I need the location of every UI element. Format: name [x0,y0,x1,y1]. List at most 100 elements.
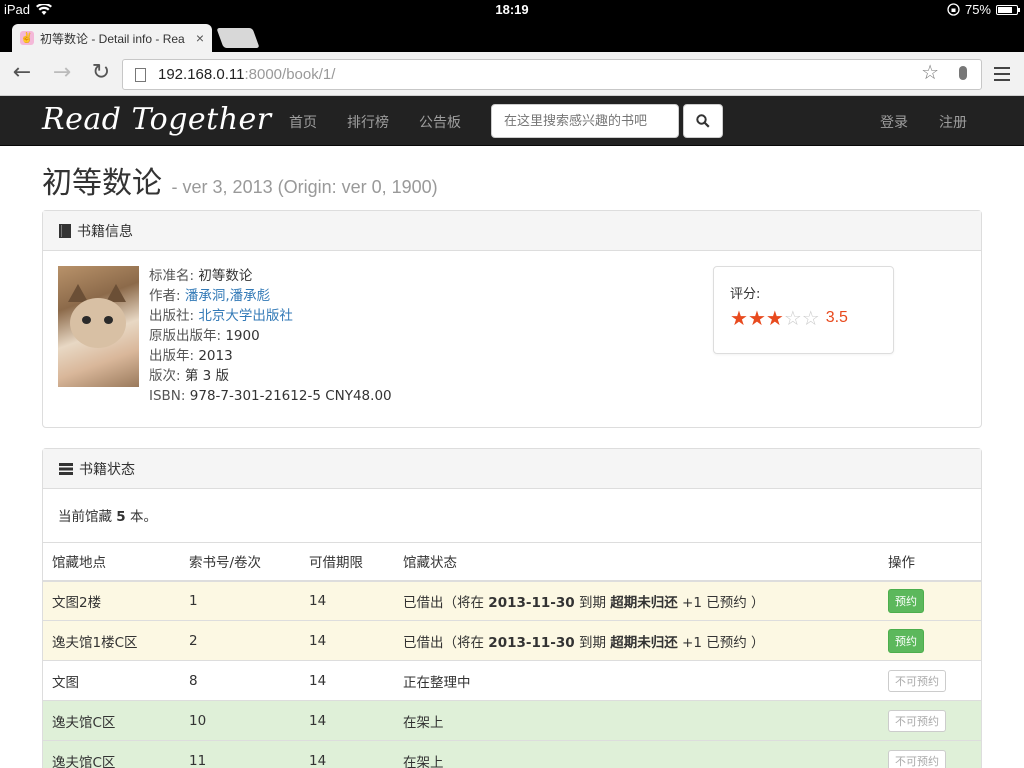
rating-box: 评分: ★ ★ ★ ☆ ☆ 3.5 [713,266,894,354]
cell-location: 逸夫馆C区 [43,740,180,768]
search-icon [696,114,710,128]
cell-action: 不可预约 [879,700,981,741]
cell-action: 不可预约 [879,740,981,768]
publisher-link[interactable]: 北京大学出版社 [198,308,293,324]
star-filled-icon: ★ [747,306,766,330]
cell-action: 预约 [879,620,981,661]
cell-location: 逸夫馆C区 [43,700,180,741]
url-bar[interactable]: 192.168.0.11:8000/book/1/ ☆ [122,59,982,90]
book-status-heading: 书籍状态 [43,449,981,489]
cell-status: 已借出（将在 2013-11-30 到期 超期未归还 +1 已预约 ） [394,580,879,621]
battery-icon [996,4,1020,15]
cell-loan-period: 14 [300,740,394,768]
tab-title: 初等数论 - Detail info - Rea [40,31,185,46]
cell-action: 不可预约 [879,660,981,701]
author-link-2[interactable]: 潘承彪 [230,288,271,304]
cell-location: 文图 [43,660,180,701]
url-path: :8000/book/1/ [244,66,336,83]
cell-call-number: 10 [180,700,300,741]
search-input[interactable] [491,104,679,138]
reserve-button[interactable]: 预约 [888,588,924,613]
cell-action: 预约 [879,580,981,621]
clock: 18:19 [495,2,529,17]
book-info-body: 标准名: 初等数论 作者: 潘承洞,潘承彪 出版社: 北京大学出版社 原版出版年… [43,251,981,427]
search-button[interactable] [683,104,723,138]
cell-loan-period: 14 [300,620,394,661]
url-host: 192.168.0.11 [158,66,245,83]
page-title: 初等数论 - ver 3, 2013 (Origin: ver 0, 1900) [42,166,982,202]
nav-home-link[interactable]: 首页 [289,112,317,132]
cell-location: 逸夫馆1楼C区 [43,620,180,661]
unavailable-reserve-button[interactable]: 不可预约 [888,669,946,692]
isbn: 978-7-301-21612-5 CNY48.00 [189,388,392,404]
book-cover-image [58,266,139,387]
edition: 第 3 版 [184,368,230,384]
star-filled-icon: ★ [765,306,784,330]
list-icon [59,462,73,475]
browser-tab-strip: ✌ 初等数论 - Detail info - Rea × [0,20,1024,52]
new-tab-button[interactable] [216,28,260,48]
cell-call-number: 2 [180,620,300,661]
browser-tab[interactable]: ✌ 初等数论 - Detail info - Rea × [12,24,212,52]
table-header-row: 馆藏地点 索书号/卷次 可借期限 馆藏状态 操作 [43,542,981,582]
overdue-label: 超期未归还 [610,634,678,651]
original-year: 1900 [225,328,260,344]
standard-name: 初等数论 [198,268,253,284]
cell-loan-period: 14 [300,700,394,741]
table-row: 逸夫馆C区 11 14 在架上 不可预约 [43,740,981,768]
site-favicon-icon: ✌ [20,31,34,45]
table-row: 文图2楼 1 14 已借出（将在 2013-11-30 到期 超期未归还 +1 已预约… [43,580,981,621]
rating-stars: ★ ★ ★ ☆ ☆ 3.5 [730,308,877,328]
reload-icon[interactable]: ↻ [89,62,113,86]
star-filled-icon: ★ [730,306,748,330]
book-info-title: 书籍信息 [77,223,133,240]
publish-year: 2013 [198,348,233,364]
main-content: 初等数论 - ver 3, 2013 (Origin: ver 0, 1900)… [42,146,982,768]
page-icon [135,67,146,82]
cell-call-number: 8 [180,660,300,701]
browser-toolbar: ← → ↻ 192.168.0.11:8000/book/1/ ☆ [0,52,1024,96]
table-row: 文图 8 14 正在整理中 不可预约 [43,660,981,701]
col-location: 馆藏地点 [43,542,180,582]
ios-status-bar: iPad 18:19 75% [0,0,1024,20]
cell-location: 文图2楼 [43,580,180,621]
cell-status: 已借出（将在 2013-11-30 到期 超期未归还 +1 已预约 ） [394,620,879,661]
brand-logo[interactable]: Read Together [42,102,272,137]
cell-status: 在架上 [394,740,879,768]
reserve-button[interactable]: 预约 [888,628,924,653]
star-empty-icon: ☆ [801,306,820,330]
cell-call-number: 11 [180,740,300,768]
book-version-subtitle: - ver 3, 2013 (Origin: ver 0, 1900) [171,177,438,197]
forward-icon[interactable]: → [50,62,74,86]
book-status-panel: 书籍状态 当前馆藏 5 本。 馆藏地点 索书号/卷次 可借期限 馆藏状态 操作 … [42,448,982,768]
col-action: 操作 [879,542,981,582]
site-navbar: Read Together 首页 排行榜 公告板 登录 注册 [0,96,1024,146]
book-info-heading: 书籍信息 [43,211,981,251]
table-row: 逸夫馆1楼C区 2 14 已借出（将在 2013-11-30 到期 超期未归还 +1 … [43,620,981,661]
back-icon[interactable]: ← [10,62,34,86]
microphone-icon[interactable] [959,66,967,80]
unavailable-reserve-button[interactable]: 不可预约 [888,709,946,732]
book-title: 初等数论 [42,166,162,201]
nav-ranking-link[interactable]: 排行榜 [347,112,389,132]
cell-loan-period: 14 [300,660,394,701]
col-status: 馆藏状态 [394,542,879,582]
register-link[interactable]: 注册 [939,112,967,132]
rating-score: 3.5 [825,309,848,326]
bookmark-star-icon[interactable]: ☆ [921,63,939,83]
unavailable-reserve-button[interactable]: 不可预约 [888,749,946,768]
nav-bulletin-link[interactable]: 公告板 [419,112,461,132]
battery-percent: 75% [964,2,991,17]
author-link-1[interactable]: 潘承洞 [185,288,226,304]
cell-status: 正在整理中 [394,660,879,701]
book-info-panel: 书籍信息 标准名: 初等数论 作者: 潘承洞,潘承彪 出版社: 北京大学出版社 … [42,210,982,428]
cell-call-number: 1 [180,580,300,621]
holding-count: 5 [116,509,126,525]
book-status-title: 书籍状态 [79,461,135,478]
cell-status: 在架上 [394,700,879,741]
login-link[interactable]: 登录 [880,112,908,132]
menu-icon[interactable] [994,67,1010,81]
close-tab-icon[interactable]: × [196,30,204,46]
holdings-table: 馆藏地点 索书号/卷次 可借期限 馆藏状态 操作 文图2楼 1 14 已借出（将在 2… [43,542,981,768]
due-date: 2013-11-30 [488,634,575,651]
